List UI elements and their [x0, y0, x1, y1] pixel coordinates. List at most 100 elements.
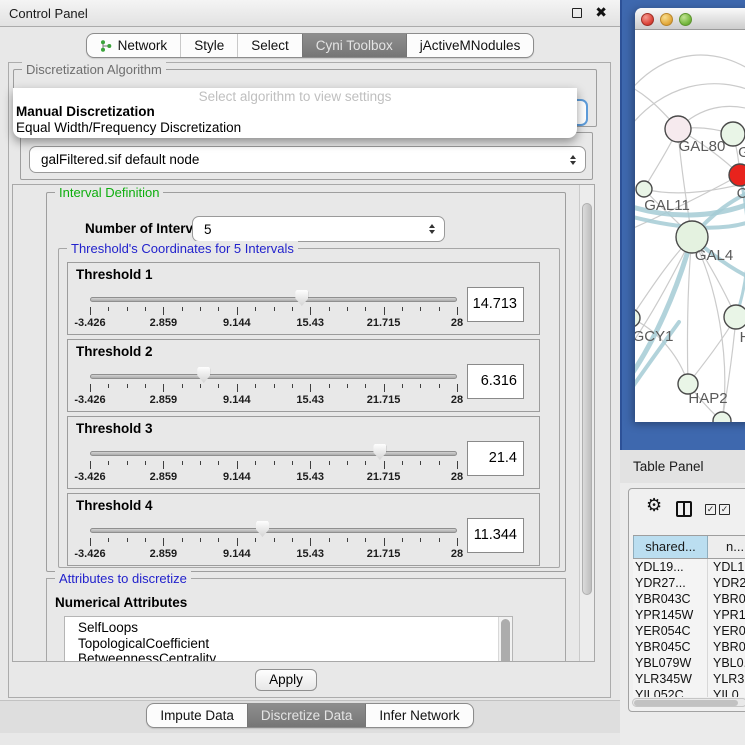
network-canvas[interactable]: GAL80GACGAL11GAL4GCY1HHAP2	[635, 30, 745, 422]
threshold-label: Threshold 1	[76, 267, 153, 282]
threshold-value-field[interactable]: 14.713	[467, 287, 524, 322]
network-icon	[100, 39, 112, 53]
column-header-name[interactable]: n...	[708, 536, 745, 558]
tab-label: Cyni Toolbox	[316, 34, 393, 58]
network-desktop-area: GAL80GACGAL11GAL4GCY1HHAP2	[620, 0, 745, 450]
checkbox-icon[interactable]: ✓	[705, 504, 716, 515]
node-label-gcy1: GCY1	[635, 328, 673, 345]
checkbox-icon[interactable]: ✓	[719, 504, 730, 515]
number-of-intervals-value: 5	[204, 217, 212, 242]
tab-label: Style	[194, 34, 224, 58]
tab-label: Discretize Data	[261, 704, 353, 728]
cell-name: YIL0...	[708, 687, 745, 697]
close-icon[interactable]: ✖	[595, 4, 607, 21]
number-of-intervals-combobox[interactable]: 5	[192, 216, 445, 242]
slider-track	[90, 374, 457, 379]
numerical-attributes-list[interactable]: SelfLoopsTopologicalCoefficientBetweenne…	[64, 616, 513, 662]
list-scrollbar-thumb[interactable]	[501, 619, 510, 662]
tab-jactivemnodules[interactable]: jActiveMNodules	[406, 34, 534, 57]
network-window[interactable]: GAL80GACGAL11GAL4GCY1HHAP2	[635, 8, 745, 422]
node-label-gal11: GAL11	[644, 197, 690, 214]
table-row[interactable]: YER054CYER0...	[633, 623, 745, 639]
list-item-selfloops[interactable]: SelfLoops	[65, 620, 512, 636]
panel-title: Control Panel	[9, 0, 88, 27]
threshold-panel-4: Threshold 4-3.4262.8599.14415.4321.71528…	[67, 493, 540, 566]
network-edge	[687, 237, 692, 384]
table-row[interactable]: YPR145WYPR1...	[633, 607, 745, 623]
threshold-slider[interactable]: -3.4262.8599.14415.4321.71528	[90, 443, 457, 487]
threshold-value-field[interactable]: 6.316	[467, 364, 524, 399]
float-window-icon[interactable]	[572, 8, 582, 18]
list-scrollbar[interactable]	[498, 617, 512, 662]
network-edge	[635, 237, 692, 378]
horizontal-scrollbar[interactable]	[632, 698, 745, 707]
node-label-c: C	[737, 185, 745, 202]
dropdown-item-manual-discretization[interactable]: Manual Discretization	[16, 104, 155, 119]
table-row[interactable]: YLR345WYLR3...	[633, 671, 745, 687]
threshold-slider[interactable]: -3.4262.8599.14415.4321.71528	[90, 289, 457, 333]
dropdown-item-equal-width-frequency[interactable]: Equal Width/Frequency Discretization	[16, 120, 241, 135]
slider-thumb[interactable]	[256, 521, 269, 537]
tab-select[interactable]: Select	[237, 34, 302, 57]
list-item-betweennesscentrality[interactable]: BetweennessCentrality	[65, 651, 512, 662]
thresholds-group-label: Threshold's Coordinates for 5 Intervals	[67, 241, 298, 256]
table-panel-titlebar: Table Panel	[620, 450, 745, 483]
control-panel-titlebar: Control Panel ✖	[0, 0, 620, 27]
threshold-value-field[interactable]: 21.4	[467, 441, 524, 476]
network-node-gal11[interactable]	[636, 181, 652, 197]
horizontal-scrollbar-thumb[interactable]	[634, 700, 738, 706]
threshold-slider[interactable]: -3.4262.8599.14415.4321.71528	[90, 366, 457, 410]
table-data-group: Table Data galFiltered.sif default node	[20, 132, 593, 180]
slider-scale-labels: -3.4262.8599.14415.4321.71528	[90, 548, 457, 560]
cell-shared-name: YBR043C	[633, 591, 708, 607]
cell-shared-name: YBL079W	[633, 655, 708, 671]
cell-name: YDL1...	[708, 559, 745, 575]
close-traffic-light-icon[interactable]	[641, 13, 654, 26]
network-window-titlebar[interactable]	[635, 8, 745, 30]
column-header-shared-name[interactable]: shared...	[633, 536, 708, 558]
cell-name: YBL0...	[708, 655, 745, 671]
table-row[interactable]: YBR045CYBR0...	[633, 639, 745, 655]
network-node-h[interactable]	[724, 305, 745, 329]
table-row[interactable]: YBR043CYBR0...	[633, 591, 745, 607]
tab-network[interactable]: Network	[87, 34, 181, 57]
threshold-value-field[interactable]: 11.344	[467, 518, 524, 553]
node-table: shared... n... YDL19...YDL1...YDR27...YD…	[633, 535, 745, 697]
slider-ticks	[90, 538, 457, 547]
list-item-topologicalcoefficient[interactable]: TopologicalCoefficient	[65, 636, 512, 652]
tab-impute-data[interactable]: Impute Data	[147, 704, 247, 727]
table-body: YDL19...YDL1...YDR27...YDR2...YBR043CYBR…	[633, 559, 745, 697]
network-node-ga[interactable]	[721, 122, 745, 146]
table-row[interactable]: YIL052CYIL0...	[633, 687, 745, 697]
slider-thumb[interactable]	[295, 290, 308, 306]
threshold-panel-1: Threshold 1 -3.4262.8599.14415.4321.71528…	[67, 262, 540, 335]
slider-thumb[interactable]	[373, 444, 386, 460]
vertical-scrollbar-thumb[interactable]	[582, 203, 592, 595]
table-row[interactable]: YDL19...YDL1...	[633, 559, 745, 575]
apply-button[interactable]: Apply	[255, 669, 317, 691]
threshold-slider[interactable]: -3.4262.8599.14415.4321.71528	[90, 520, 457, 564]
tab-style[interactable]: Style	[180, 34, 237, 57]
tab-cyni-toolbox[interactable]: Cyni Toolbox	[302, 34, 406, 57]
table-row[interactable]: YDR27...YDR2...	[633, 575, 745, 591]
vertical-scrollbar[interactable]	[579, 185, 594, 661]
cell-shared-name: YER054C	[633, 623, 708, 639]
right-panel: GAL80GACGAL11GAL4GCY1HHAP2 Table Panel ⚙…	[620, 0, 745, 745]
table-data-combobox[interactable]: galFiltered.sif default node	[29, 146, 586, 173]
network-node[interactable]	[729, 164, 745, 186]
attributes-group-label: Attributes to discretize	[55, 571, 191, 586]
zoom-traffic-light-icon[interactable]	[679, 13, 692, 26]
network-node-gcy1[interactable]	[635, 309, 640, 327]
columns-icon[interactable]	[676, 501, 692, 517]
slider-track	[90, 451, 457, 456]
tab-infer-network[interactable]: Infer Network	[365, 704, 472, 727]
table-row[interactable]: YBL079WYBL0...	[633, 655, 745, 671]
gear-icon[interactable]: ⚙	[646, 495, 662, 516]
slider-ticks	[90, 461, 457, 470]
attribute-items: SelfLoopsTopologicalCoefficientBetweenne…	[65, 620, 512, 662]
network-node[interactable]	[713, 412, 731, 422]
slider-thumb[interactable]	[197, 367, 210, 383]
minimize-traffic-light-icon[interactable]	[660, 13, 673, 26]
settings-scroll-area: Interval Definition Number of Intervals …	[12, 184, 595, 662]
tab-discretize-data[interactable]: Discretize Data	[247, 704, 366, 727]
